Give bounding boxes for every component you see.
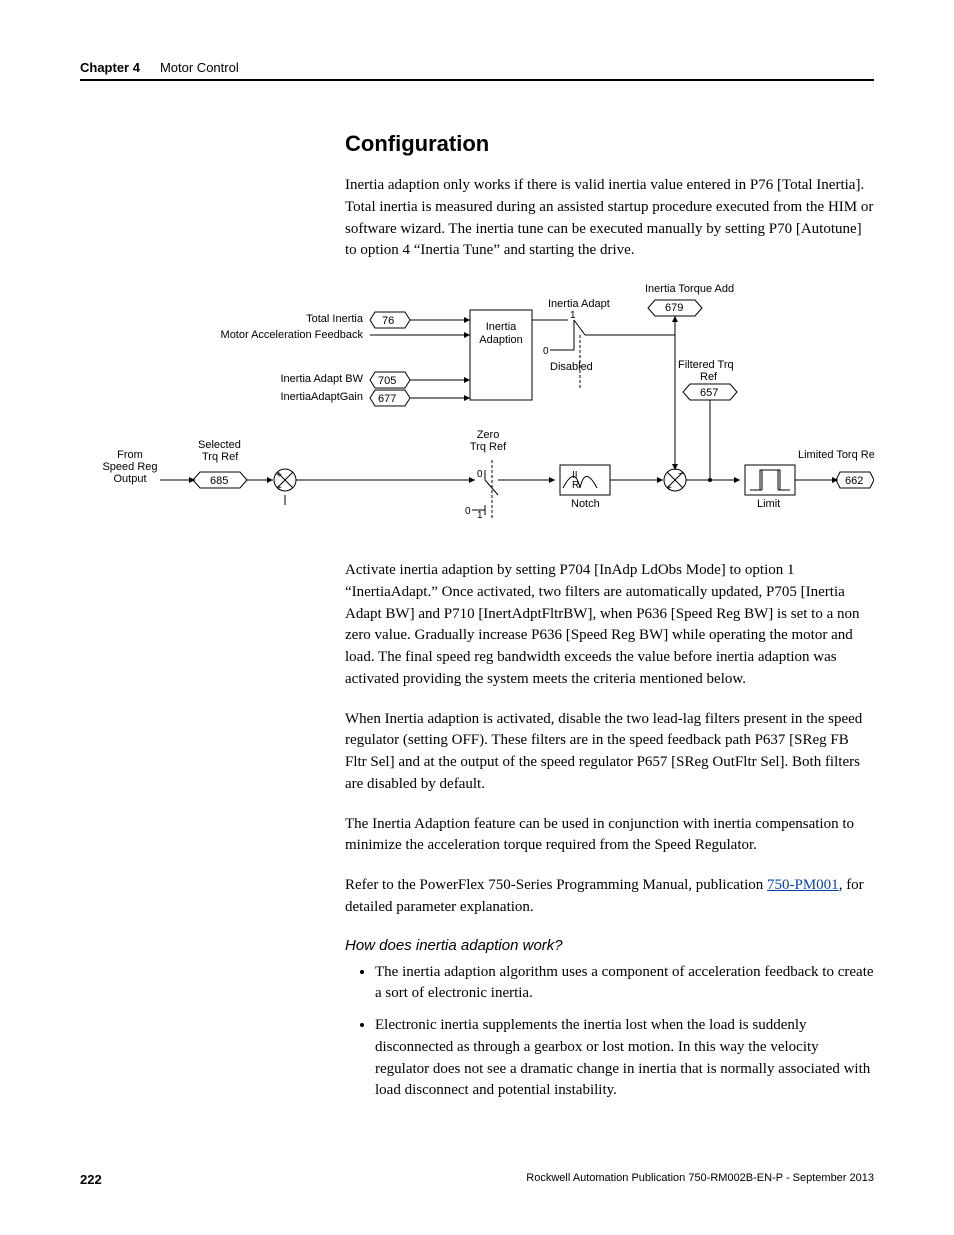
running-header: Chapter 4 Motor Control <box>80 60 874 81</box>
label-filtered-trq2: Ref <box>700 371 718 383</box>
param-76: 76 <box>382 315 394 327</box>
switch-1b: 1 <box>477 510 483 521</box>
param-679: 679 <box>665 302 683 314</box>
label-limited-torq: Limited Torq Ref <box>798 449 874 461</box>
label-ia-bw: Inertia Adapt BW <box>280 373 363 385</box>
label-iir2: R <box>572 480 579 491</box>
page-footer: 222 Rockwell Automation Publication 750-… <box>80 1172 874 1187</box>
label-from3: Output <box>113 473 146 485</box>
label-block-ia1: Inertia <box>486 321 517 333</box>
svg-text:0: 0 <box>465 506 471 517</box>
publication-info: Rockwell Automation Publication 750-RM00… <box>526 1172 874 1187</box>
label-zero1: Zero <box>477 429 500 441</box>
label-filtered-trq1: Filtered Trq <box>678 359 734 371</box>
svg-text:+: + <box>276 470 282 481</box>
label-block-ia2: Adaption <box>479 334 522 346</box>
paragraph: When Inertia adaption is activated, disa… <box>345 709 874 796</box>
page-number: 222 <box>80 1172 102 1187</box>
label-total-inertia: Total Inertia <box>306 313 364 325</box>
label-motor-accel-fb: Motor Acceleration Feedback <box>221 329 364 341</box>
param-657: 657 <box>700 387 718 399</box>
paragraph: Activate inertia adaption by setting P70… <box>345 560 874 691</box>
svg-text:+: + <box>276 483 282 494</box>
label-zero2: Trq Ref <box>470 441 507 453</box>
chapter-title: Motor Control <box>160 60 239 75</box>
text: Refer to the PowerFlex 750-Series Progra… <box>345 877 767 893</box>
label-inertia-adapt: Inertia Adapt <box>548 298 610 310</box>
label-disabled: Disabled <box>550 361 593 373</box>
label-sel-trq1: Selected <box>198 439 241 451</box>
subheading: How does inertia adaption work? <box>345 937 874 954</box>
section-heading: Configuration <box>345 131 874 157</box>
label-from2: Speed Reg <box>102 461 157 473</box>
label-inertia-torque-add: Inertia Torque Add <box>645 283 734 295</box>
paragraph: The Inertia Adaption feature can be used… <box>345 814 874 858</box>
switch-0a: 0 <box>543 346 549 357</box>
param-705: 705 <box>378 375 396 387</box>
label-limit: Limit <box>757 498 780 510</box>
label-from1: From <box>117 449 143 461</box>
param-662: 662 <box>845 475 863 487</box>
bullet-list: The inertia adaption algorithm uses a co… <box>345 962 874 1103</box>
label-notch: Notch <box>571 498 600 510</box>
param-677: 677 <box>378 393 396 405</box>
switch-1: 1 <box>570 310 576 321</box>
list-item: Electronic inertia supplements the inert… <box>375 1015 874 1102</box>
link-750-pm001[interactable]: 750-PM001 <box>767 877 839 893</box>
svg-text:−: − <box>678 469 684 480</box>
label-sel-trq2: Trq Ref <box>202 451 239 463</box>
list-item: The inertia adaption algorithm uses a co… <box>375 962 874 1006</box>
param-685: 685 <box>210 475 228 487</box>
label-ia-gain: InertiaAdaptGain <box>280 391 363 403</box>
svg-text:+: + <box>666 483 672 494</box>
chapter-number: Chapter 4 <box>80 60 140 75</box>
block-diagram: Inertia Torque Add Inertia Adapt 679 Tot… <box>80 280 874 530</box>
paragraph: Refer to the PowerFlex 750-Series Progra… <box>345 875 874 919</box>
paragraph: Inertia adaption only works if there is … <box>345 175 874 262</box>
switch-0b: 0 <box>477 469 483 480</box>
